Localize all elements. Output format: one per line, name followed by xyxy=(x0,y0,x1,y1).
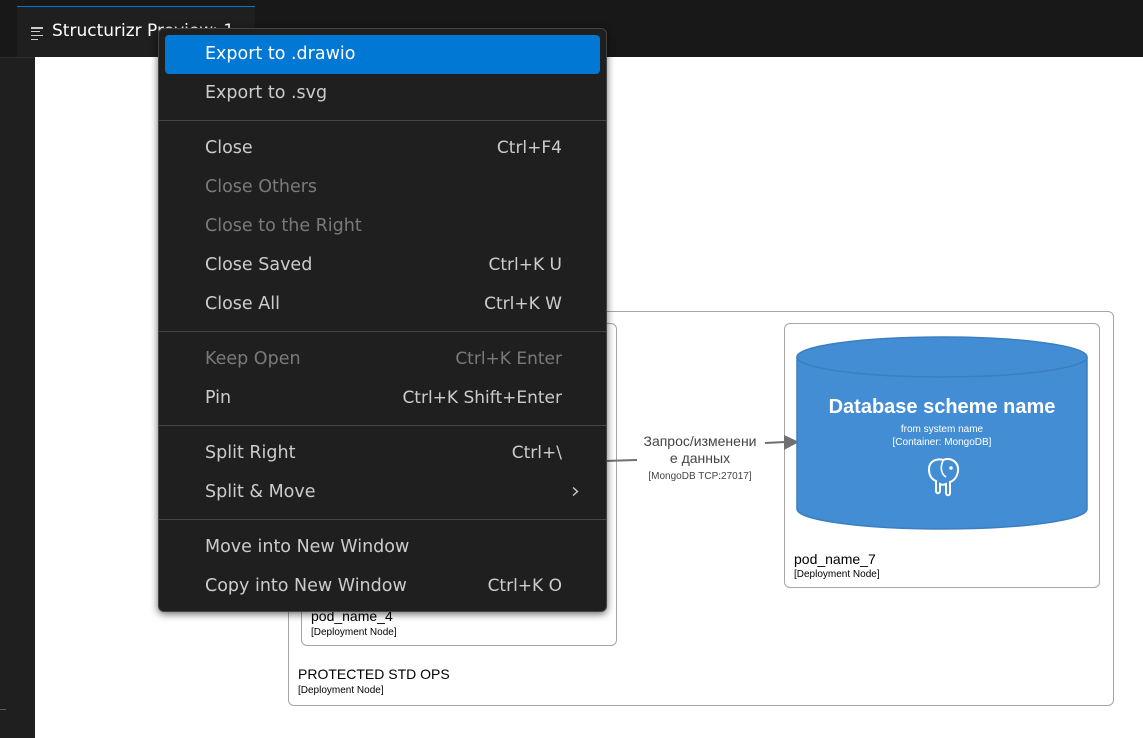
menu-item-close-to-right: Close to the Right xyxy=(165,207,600,246)
menu-item-label: Split Right xyxy=(205,443,296,463)
menu-item-export-svg[interactable]: Export to .svg xyxy=(165,74,600,113)
menu-item-shortcut: Ctrl+K Enter xyxy=(455,349,562,369)
menu-item-close[interactable]: Close Ctrl+F4 xyxy=(165,129,600,168)
menu-item-pin[interactable]: Pin Ctrl+K Shift+Enter xyxy=(165,379,600,418)
outer-node-type: [Deployment Node] xyxy=(298,685,384,696)
editor-left-gutter xyxy=(0,57,35,738)
gutter-divider xyxy=(0,57,35,58)
menu-item-label: Close All xyxy=(205,294,280,314)
relationship-label: Запрос/изменени е данных xyxy=(631,433,769,467)
outer-node-name: PROTECTED STD OPS xyxy=(298,666,450,682)
chevron-right-icon xyxy=(572,487,579,496)
menu-item-split-right[interactable]: Split Right Ctrl+\ xyxy=(165,434,600,473)
menu-item-shortcut: Ctrl+\ xyxy=(511,443,562,463)
menu-item-shortcut: Ctrl+K U xyxy=(488,255,563,275)
menu-item-label: Export to .svg xyxy=(205,83,328,103)
menu-item-close-all[interactable]: Close All Ctrl+K W xyxy=(165,285,600,324)
menu-item-copy-new-window[interactable]: Copy into New Window Ctrl+K O xyxy=(165,567,600,606)
relationship-label-line-2: е данных xyxy=(669,450,731,466)
menu-item-shortcut: Ctrl+K O xyxy=(487,576,562,596)
menu-item-label: Split & Move xyxy=(205,482,316,502)
tab-context-menu: Export to .drawio Export to .svg Close C… xyxy=(158,28,607,612)
database-description: from system name xyxy=(900,424,984,435)
menu-item-label: Close Others xyxy=(205,177,318,197)
menu-item-label: Keep Open xyxy=(205,349,301,369)
menu-item-split-move[interactable]: Split & Move xyxy=(165,473,600,512)
menu-item-label: Close to the Right xyxy=(205,216,362,236)
relationship-technology: [MongoDB TCP:27017] xyxy=(648,471,752,482)
menu-separator xyxy=(159,425,606,426)
database-title: Database scheme name xyxy=(828,396,1056,418)
database-type: [Container: MongoDB] xyxy=(892,437,992,448)
menu-item-label: Pin xyxy=(205,388,232,408)
menu-item-label: Close Saved xyxy=(205,255,313,275)
right-node-type: [Deployment Node] xyxy=(794,569,880,580)
relationship-label-line-1: Запрос/изменени xyxy=(643,433,757,449)
menu-item-label: Move into New Window xyxy=(205,537,410,557)
menu-item-label: Copy into New Window xyxy=(205,576,407,596)
left-node-type: [Deployment Node] xyxy=(311,627,397,638)
menu-separator xyxy=(159,331,606,332)
menu-separator xyxy=(159,519,606,520)
menu-item-shortcut: Ctrl+K W xyxy=(484,294,562,314)
menu-item-export-drawio[interactable]: Export to .drawio xyxy=(165,35,600,74)
mongodb-elephant-icon xyxy=(927,458,960,497)
menu-item-close-saved[interactable]: Close Saved Ctrl+K U xyxy=(165,246,600,285)
menu-item-shortcut: Ctrl+F4 xyxy=(496,138,562,158)
menu-item-label: Close xyxy=(205,138,253,158)
menu-item-label: Export to .drawio xyxy=(205,44,356,64)
right-node-name: pod_name_7 xyxy=(794,551,876,567)
preview-lines-icon xyxy=(31,27,43,41)
menu-item-shortcut: Ctrl+K Shift+Enter xyxy=(402,388,562,408)
menu-item-move-new-window[interactable]: Move into New Window xyxy=(165,528,600,567)
menu-item-keep-open: Keep Open Ctrl+K Enter xyxy=(165,340,600,379)
gutter-marker xyxy=(0,709,6,710)
menu-item-close-others: Close Others xyxy=(165,168,600,207)
menu-separator xyxy=(159,120,606,121)
